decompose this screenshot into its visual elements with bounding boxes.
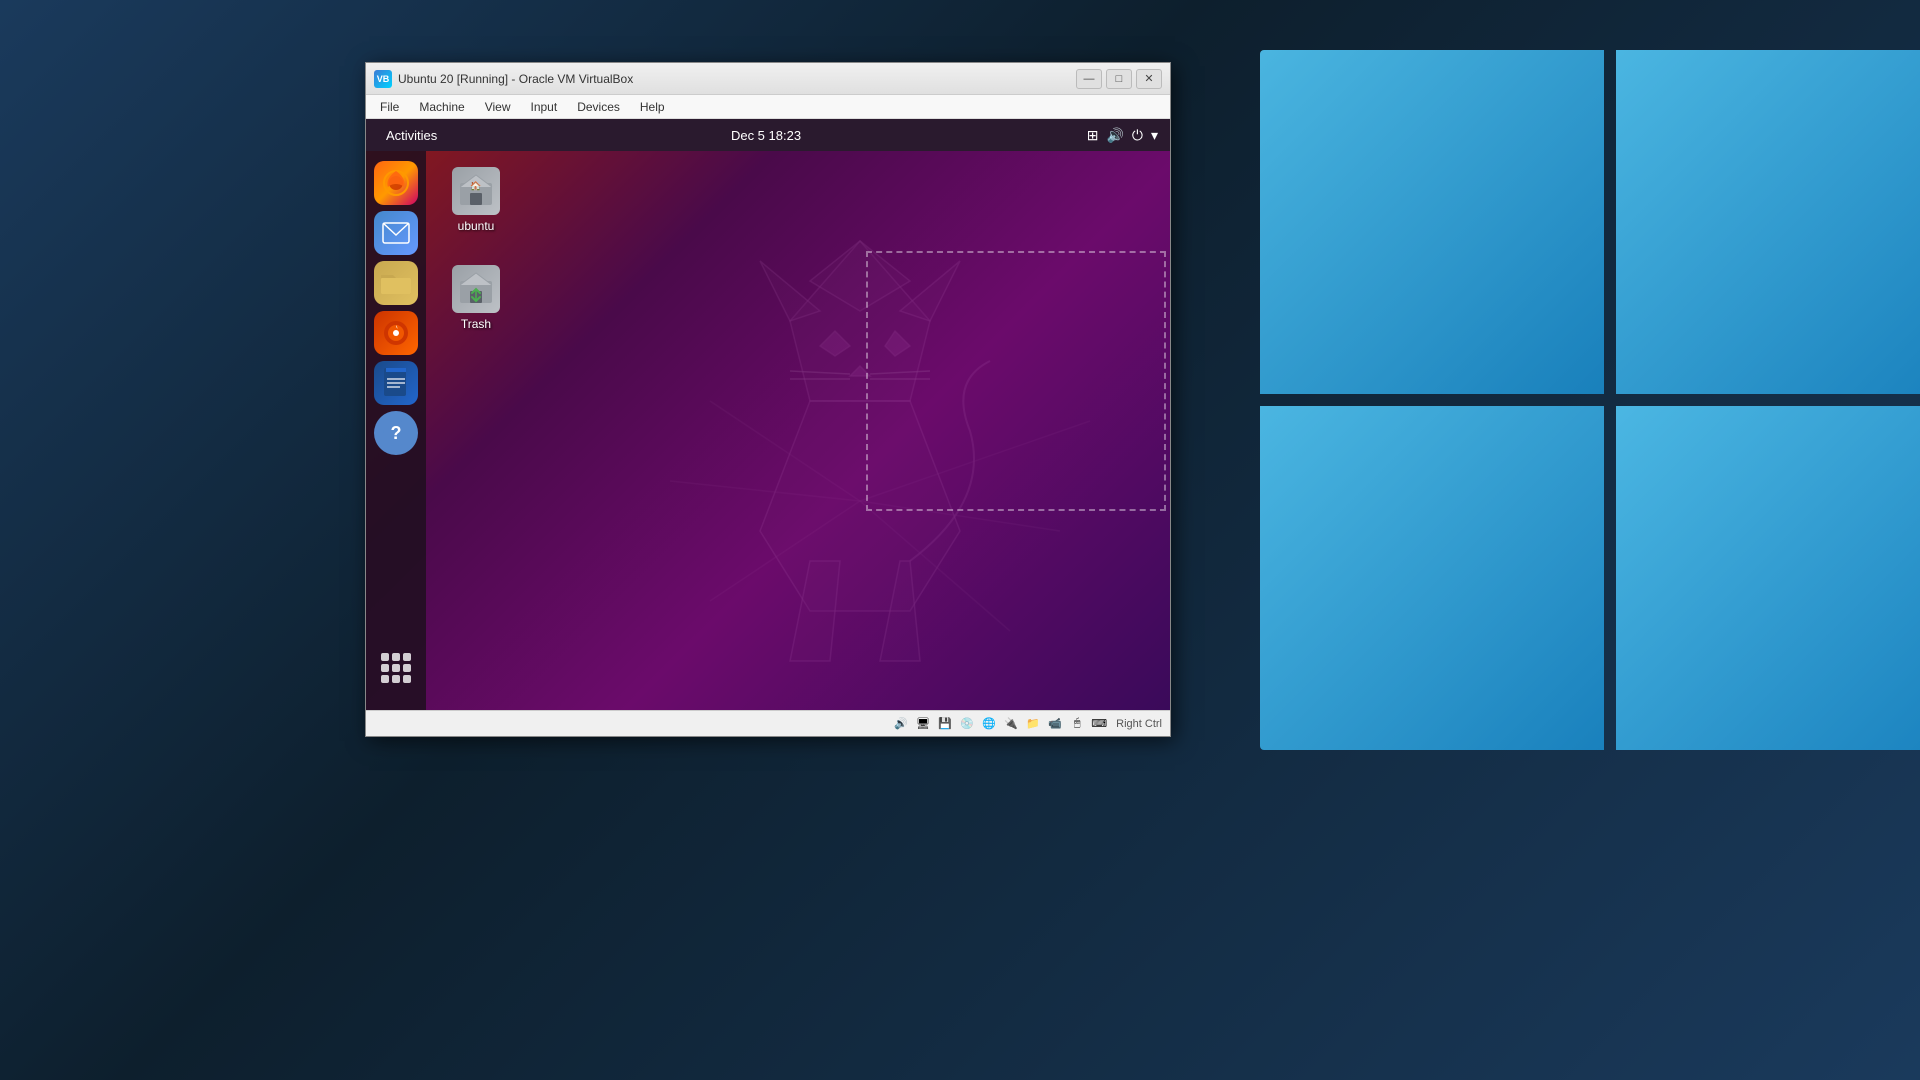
volume-icon[interactable]: 🔊 — [1106, 127, 1123, 144]
status-usb-icon[interactable]: 🔌 — [1002, 715, 1020, 733]
menu-file[interactable]: File — [370, 98, 409, 116]
network-icon[interactable]: ⊞ — [1087, 127, 1099, 144]
sidebar-item-music[interactable] — [374, 311, 418, 355]
ubuntu-vm-content: Activities Dec 5 18:23 ⊞ 🔊 ⏻ ▾ — [366, 119, 1170, 710]
home-folder-label: ubuntu — [458, 219, 495, 233]
vbox-window-controls: — □ ✕ — [1076, 69, 1162, 89]
dot — [392, 664, 400, 672]
sidebar-item-files[interactable] — [374, 261, 418, 305]
virtualbox-window: VB Ubuntu 20 [Running] - Oracle VM Virtu… — [365, 62, 1171, 737]
status-audio-icon[interactable]: 🔊 — [892, 715, 910, 733]
desktop-icons: 🏠 ubuntu — [436, 161, 516, 337]
sidebar-item-email[interactable] — [374, 211, 418, 255]
trash-label: Trash — [461, 317, 491, 331]
dot — [403, 653, 411, 661]
vbox-titlebar: VB Ubuntu 20 [Running] - Oracle VM Virtu… — [366, 63, 1170, 95]
vbox-menubar: File Machine View Input Devices Help — [366, 95, 1170, 119]
desktop-icon-trash[interactable]: Trash — [436, 259, 516, 337]
menu-machine[interactable]: Machine — [409, 98, 474, 116]
vbox-app-icon: VB — [374, 70, 392, 88]
cat-wallpaper — [610, 181, 1110, 710]
dot — [403, 664, 411, 672]
vbox-title: Ubuntu 20 [Running] - Oracle VM VirtualB… — [398, 72, 1076, 86]
svg-text:🏠: 🏠 — [470, 181, 481, 191]
maximize-button[interactable]: □ — [1106, 69, 1132, 89]
dot — [392, 653, 400, 661]
status-shared-icon[interactable]: 📁 — [1024, 715, 1042, 733]
activities-button[interactable]: Activities — [378, 124, 445, 147]
win-quad-3 — [1260, 406, 1604, 750]
close-button[interactable]: ✕ — [1136, 69, 1162, 89]
status-display-icon[interactable]: 🖥 — [914, 715, 932, 733]
sidebar-item-firefox[interactable] — [374, 161, 418, 205]
power-icon[interactable]: ⏻ — [1132, 127, 1143, 144]
win-quad-4 — [1616, 406, 1920, 750]
status-network-icon[interactable]: 🌐 — [980, 715, 998, 733]
vbox-statusbar: 🔊 🖥 💾 💿 🌐 🔌 📁 📹 🖱 ⌨ Right Ctrl — [366, 710, 1170, 736]
status-mouse-icon[interactable]: 🖱 — [1068, 715, 1086, 733]
windows-logo-area — [1180, 0, 1920, 1080]
dot — [392, 675, 400, 683]
ubuntu-sidebar: ? — [366, 151, 426, 710]
status-capture-icon[interactable]: 📹 — [1046, 715, 1064, 733]
trash-icon — [452, 265, 500, 313]
ubuntu-desktop[interactable]: ? — [366, 151, 1170, 710]
home-folder-icon: 🏠 — [452, 167, 500, 215]
sidebar-item-writer[interactable] — [374, 361, 418, 405]
dot — [403, 675, 411, 683]
status-cd-icon[interactable]: 💿 — [958, 715, 976, 733]
desktop-icon-home[interactable]: 🏠 ubuntu — [436, 161, 516, 239]
dot — [381, 675, 389, 683]
windows-logo — [1260, 50, 1920, 750]
dot — [381, 653, 389, 661]
sidebar-item-help[interactable]: ? — [374, 411, 418, 455]
status-keyboard-icon[interactable]: ⌨ — [1090, 715, 1108, 733]
menu-input[interactable]: Input — [521, 98, 568, 116]
show-applications-button[interactable] — [374, 646, 418, 690]
menu-view[interactable]: View — [475, 98, 521, 116]
svg-text:?: ? — [391, 423, 402, 443]
win-quad-1 — [1260, 50, 1604, 394]
status-storage-icon[interactable]: 💾 — [936, 715, 954, 733]
menu-help[interactable]: Help — [630, 98, 675, 116]
ubuntu-topbar: Activities Dec 5 18:23 ⊞ 🔊 ⏻ ▾ — [366, 119, 1170, 151]
system-menu-icon[interactable]: ▾ — [1151, 127, 1158, 144]
win-quad-2 — [1616, 50, 1920, 394]
right-ctrl-label: Right Ctrl — [1116, 718, 1162, 730]
ubuntu-clock: Dec 5 18:23 — [445, 128, 1086, 143]
apps-grid-dots — [381, 653, 411, 683]
minimize-button[interactable]: — — [1076, 69, 1102, 89]
menu-devices[interactable]: Devices — [567, 98, 630, 116]
ubuntu-topbar-right: ⊞ 🔊 ⏻ ▾ — [1087, 127, 1158, 144]
dot — [381, 664, 389, 672]
